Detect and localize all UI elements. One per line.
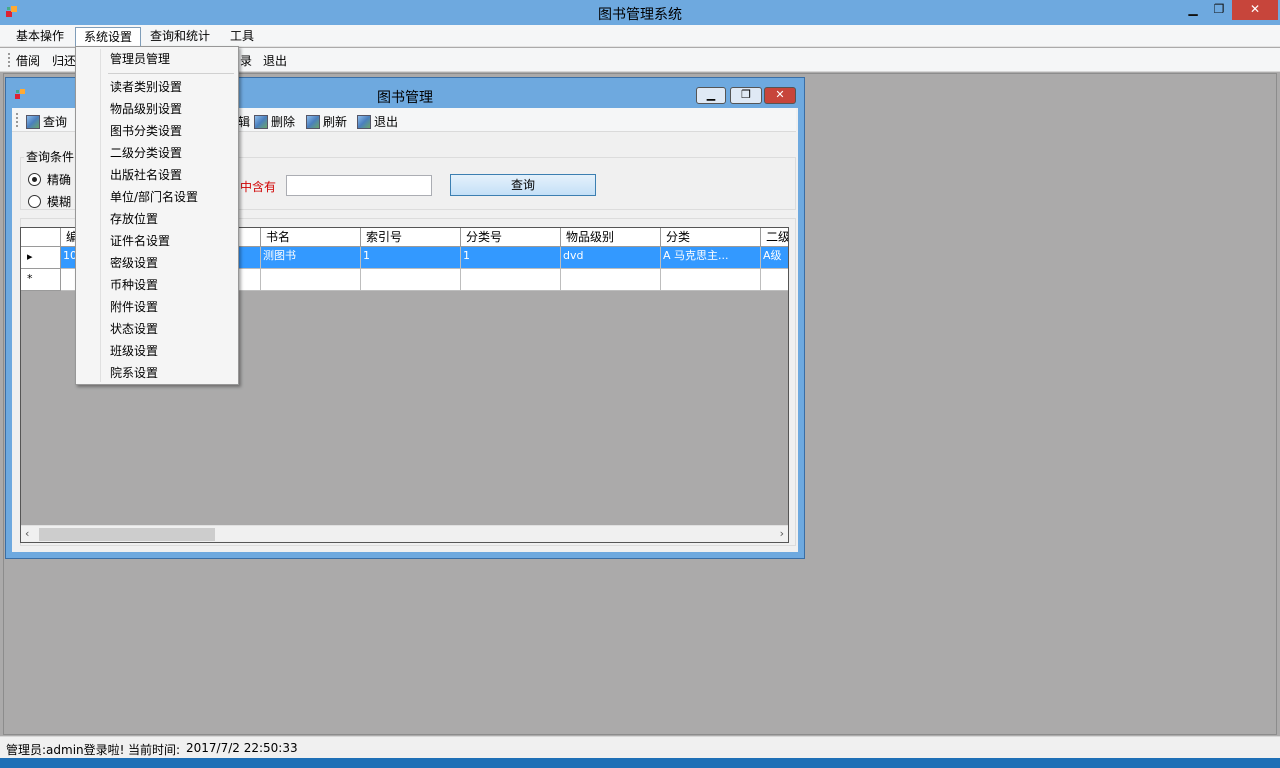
col-header-index[interactable]: 索引号 bbox=[361, 228, 461, 247]
menu-item-id-type[interactable]: 证件名设置 bbox=[110, 231, 170, 251]
query-button[interactable]: 查询 bbox=[450, 174, 596, 196]
query-tool-button[interactable]: 查询 bbox=[26, 113, 67, 130]
col-header-level[interactable]: 物品级别 bbox=[561, 228, 661, 247]
image-icon bbox=[306, 114, 320, 129]
refresh-tool-button[interactable]: 刷新 bbox=[306, 113, 347, 130]
grid-corner-header bbox=[21, 228, 61, 247]
menu-item-faculty[interactable]: 院系设置 bbox=[110, 363, 158, 383]
new-row-cell[interactable] bbox=[361, 269, 461, 291]
query-tool-label: 查询 bbox=[43, 115, 68, 129]
main-titlebar: 图书管理系统 ▁ ❐ ✕ bbox=[0, 0, 1280, 25]
refresh-tool-label: 刷新 bbox=[323, 115, 348, 129]
edit-tool-label: 辑 bbox=[238, 115, 251, 129]
new-row-cell[interactable] bbox=[761, 269, 788, 291]
exit-tool-button[interactable]: 退出 bbox=[357, 113, 398, 130]
child-minimize-button[interactable]: ▁ bbox=[696, 87, 726, 104]
col-header-category[interactable]: 分类 bbox=[661, 228, 761, 247]
image-icon bbox=[357, 114, 371, 129]
radio-unchecked-icon bbox=[28, 195, 41, 208]
col-header-title[interactable]: 书名 bbox=[261, 228, 361, 247]
menu-item-subcategory[interactable]: 二级分类设置 bbox=[110, 143, 182, 163]
menubar: 基本操作 系统设置 查询和统计 工具 bbox=[0, 25, 1280, 47]
menu-item-location[interactable]: 存放位置 bbox=[110, 209, 158, 229]
menu-item-class[interactable]: 班级设置 bbox=[110, 341, 158, 361]
exact-radio[interactable]: 精确 bbox=[28, 171, 71, 188]
menu-system-settings[interactable]: 系统设置 bbox=[75, 27, 142, 47]
restore-button[interactable]: ❐ bbox=[1206, 0, 1232, 20]
menu-item-admin[interactable]: 管理员管理 bbox=[110, 49, 170, 69]
new-row-cell[interactable] bbox=[261, 269, 361, 291]
delete-tool-button[interactable]: 删除 bbox=[254, 113, 295, 130]
col-header-subcat[interactable]: 二级 bbox=[761, 228, 788, 247]
exit-tool-label: 退出 bbox=[374, 115, 399, 129]
scroll-thumb[interactable] bbox=[39, 528, 215, 541]
record-button[interactable]: 录 bbox=[240, 52, 252, 69]
statusbar: 管理员:admin登录啦! 当前时间: 2017/7/2 22:50:33 bbox=[0, 736, 1280, 758]
new-row-cell[interactable] bbox=[661, 269, 761, 291]
child-close-button[interactable]: ✕ bbox=[764, 87, 796, 104]
delete-tool-label: 删除 bbox=[271, 115, 296, 129]
image-icon bbox=[26, 114, 40, 129]
table-cell-subcat[interactable]: A级 bbox=[761, 247, 788, 269]
menu-item-status[interactable]: 状态设置 bbox=[110, 319, 158, 339]
table-cell-level[interactable]: dvd bbox=[561, 247, 661, 269]
contains-label: 中含有 bbox=[240, 180, 277, 194]
scroll-left-icon[interactable]: ‹ bbox=[25, 527, 29, 540]
new-row-cell[interactable] bbox=[461, 269, 561, 291]
menu-item-security-level[interactable]: 密级设置 bbox=[110, 253, 158, 273]
menu-item-department[interactable]: 单位/部门名设置 bbox=[110, 187, 198, 207]
toolbar-grip bbox=[8, 53, 10, 67]
search-input[interactable] bbox=[286, 175, 432, 196]
borrow-button[interactable]: 借阅 bbox=[16, 52, 40, 69]
menu-item-publisher[interactable]: 出版社名设置 bbox=[110, 165, 182, 185]
table-cell-title[interactable]: 测图书 bbox=[261, 247, 361, 269]
new-row-cell[interactable] bbox=[561, 269, 661, 291]
exact-radio-label: 精确 bbox=[47, 173, 72, 187]
menu-item-currency[interactable]: 币种设置 bbox=[110, 275, 158, 295]
child-restore-button[interactable]: ❐ bbox=[730, 87, 762, 104]
menu-item-book-category[interactable]: 图书分类设置 bbox=[110, 121, 182, 141]
menu-item-attachment[interactable]: 附件设置 bbox=[110, 297, 158, 317]
menu-separator bbox=[108, 73, 234, 74]
fuzzy-radio[interactable]: 模糊 bbox=[28, 193, 71, 210]
window-title: 图书管理系统 bbox=[598, 7, 682, 23]
exit-button[interactable]: 退出 bbox=[263, 52, 287, 69]
return-button[interactable]: 归还 bbox=[52, 52, 76, 69]
table-cell-classno[interactable]: 1 bbox=[461, 247, 561, 269]
status-user: 管理员:admin登录啦! bbox=[6, 743, 125, 757]
taskbar bbox=[0, 758, 1280, 768]
fuzzy-radio-label: 模糊 bbox=[47, 195, 72, 209]
query-group-label: 查询条件 bbox=[24, 148, 77, 165]
menu-tools[interactable]: 工具 bbox=[222, 27, 262, 47]
table-cell-category[interactable]: A 马克思主... bbox=[661, 247, 761, 269]
menu-basic-ops[interactable]: 基本操作 bbox=[8, 27, 72, 47]
menu-query-stats[interactable]: 查询和统计 bbox=[142, 27, 218, 47]
horizontal-scrollbar[interactable]: ‹ › bbox=[21, 525, 788, 542]
menu-item-item-level[interactable]: 物品级别设置 bbox=[110, 99, 182, 119]
image-icon bbox=[254, 114, 268, 129]
new-row-indicator[interactable]: * bbox=[21, 269, 61, 291]
row-indicator[interactable]: ▸ bbox=[21, 247, 61, 269]
system-settings-dropdown: 管理员管理 读者类别设置 物品级别设置 图书分类设置 二级分类设置 出版社名设置… bbox=[75, 46, 239, 385]
scroll-right-icon[interactable]: › bbox=[780, 527, 784, 540]
col-header-classno[interactable]: 分类号 bbox=[461, 228, 561, 247]
status-time: 2017/7/2 22:50:33 bbox=[186, 741, 298, 755]
close-button[interactable]: ✕ bbox=[1232, 0, 1278, 20]
radio-checked-icon bbox=[28, 173, 41, 186]
edit-tool-button[interactable]: 辑 bbox=[238, 113, 250, 130]
child-toolbar-grip bbox=[16, 113, 18, 127]
status-time-label: 当前时间: bbox=[128, 743, 181, 757]
menu-item-reader-type[interactable]: 读者类别设置 bbox=[110, 77, 182, 97]
minimize-button[interactable]: ▁ bbox=[1180, 0, 1206, 20]
table-cell-index[interactable]: 1 bbox=[361, 247, 461, 269]
menu-gutter bbox=[100, 49, 101, 382]
